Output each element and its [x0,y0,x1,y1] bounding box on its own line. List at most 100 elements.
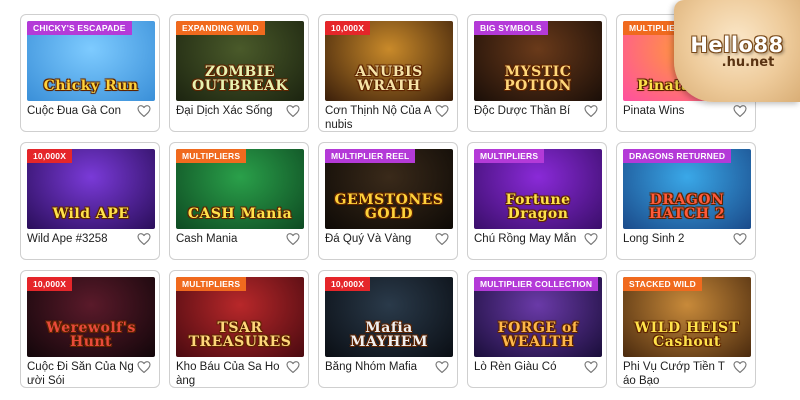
feature-badge: 10,000x [325,21,371,35]
game-thumbnail[interactable]: STACKED WILD WILD HEIST Cashout [623,277,751,357]
game-name[interactable]: Long Sinh 2 [623,232,731,246]
logo-main-text: Hello88 [690,32,784,57]
game-art-title: Mafia MAYHEM [349,320,429,350]
card-footer: Kho Báu Của Sa Hoàng [176,360,302,387]
game-name[interactable]: Kho Báu Của Sa Hoàng [176,360,284,387]
card-footer: Cuộc Đua Gà Con [27,104,153,131]
game-name[interactable]: Phi Vụ Cướp Tiền Táo Bạo [623,360,731,387]
favorite-heart-icon[interactable] [137,233,151,245]
feature-badge: 10,000x [27,149,73,163]
card-footer: Băng Nhóm Mafia [325,360,451,387]
card-footer: Phi Vụ Cướp Tiền Táo Bạo [623,360,749,387]
card-footer: Độc Dược Thần Bí [474,104,600,131]
game-art-title: TSAR TREASURES [188,320,292,350]
game-card[interactable]: MULTIPLIER REEL GEMSTONES GOLD Đá Quý Và V… [318,142,458,260]
feature-badge: MULTIPLIER COLLECTION [474,277,599,291]
card-footer: Đại Dịch Xác Sống [176,104,302,131]
game-thumbnail[interactable]: MULTIPLIER REEL GEMSTONES GOLD [325,149,453,229]
game-card[interactable]: MULTIPLIERS CASH Mania Cash Mania [169,142,309,260]
game-card[interactable]: 10,000x Mafia MAYHEM Băng Nhóm Mafia [318,270,458,388]
card-footer: Cơn Thịnh Nộ Của Anubis [325,104,451,131]
game-card[interactable]: MULTIPLIER COLLECTION FORGE of WEALTH Lò R… [467,270,607,388]
card-footer: Cuộc Đi Săn Của Người Sói [27,360,153,387]
game-name[interactable]: Độc Dược Thần Bí [474,104,582,118]
site-logo[interactable]: Hello88 .hu.net [674,0,800,102]
game-name[interactable]: Đại Dịch Xác Sống [176,104,284,118]
game-art-title: GEMSTONES GOLD [334,192,444,222]
feature-badge: EXPANDING WILD [176,21,265,35]
feature-badge: BIG SYMBOLS [474,21,548,35]
game-card[interactable]: EXPANDING WILD ZOMBIE OUTBREAK Đại Dịch Xá… [169,14,309,132]
game-art-title: ZOMBIE OUTBREAK [192,64,288,94]
game-thumbnail[interactable]: 10,000x Wild APE [27,149,155,229]
game-name[interactable]: Cơn Thịnh Nộ Của Anubis [325,104,433,131]
game-name[interactable]: Cuộc Đi Săn Của Người Sói [27,360,135,387]
game-thumbnail[interactable]: MULTIPLIERS TSAR TREASURES [176,277,304,357]
favorite-heart-icon[interactable] [435,233,449,245]
game-art-title: Werewolf's Hunt [46,320,136,350]
game-card[interactable]: CHICKY'S ESCAPADE Chicky Run Cuộc Đua Gà C… [20,14,160,132]
favorite-heart-icon[interactable] [733,233,747,245]
feature-badge: MULTIPLIER REEL [325,149,416,163]
card-footer: Pinata Wins [623,104,749,131]
card-footer: Chú Rồng May Mắn [474,232,600,259]
card-footer: Cash Mania [176,232,302,259]
favorite-heart-icon[interactable] [286,233,300,245]
game-grid: CHICKY'S ESCAPADE Chicky Run Cuộc Đua Gà C… [20,14,756,388]
game-art-title: CASH Mania [187,205,293,222]
game-card[interactable]: STACKED WILD WILD HEIST Cashout Phi Vụ Cướ… [616,270,756,388]
game-art-title: MYSTIC POTION [504,64,572,94]
game-art-title: Wild APE [52,205,130,222]
game-card[interactable]: DRAGONS RETURNED DRAGON HATCH 2 Long Sinh … [616,142,756,260]
game-art-title: WILD HEIST Cashout [634,320,740,350]
feature-badge: 10,000x [325,277,371,291]
favorite-heart-icon[interactable] [733,361,747,373]
game-card[interactable]: MULTIPLIERS Fortune Dragon Chú Rồng May Mắ… [467,142,607,260]
feature-badge: MULTIPLIERS [474,149,545,163]
logo-sub-text: .hu.net [721,54,775,70]
favorite-heart-icon[interactable] [137,361,151,373]
game-card[interactable]: 10,000x Wild APE Wild Ape #3258 [20,142,160,260]
feature-badge: CHICKY'S ESCAPADE [27,21,132,35]
favorite-heart-icon[interactable] [435,105,449,117]
game-name[interactable]: Đá Quý Và Vàng [325,232,433,246]
game-card[interactable]: 10,000x ANUBIS WRATH Cơn Thịnh Nộ Của Anub… [318,14,458,132]
game-art-title: ANUBIS WRATH [355,64,423,94]
game-thumbnail[interactable]: CHICKY'S ESCAPADE Chicky Run [27,21,155,101]
game-art-title: FORGE of WEALTH [497,320,579,350]
game-name[interactable]: Cuộc Đua Gà Con [27,104,135,118]
game-art-title: Fortune Dragon [505,192,571,222]
game-name[interactable]: Chú Rồng May Mắn [474,232,582,246]
card-footer: Lò Rèn Giàu Có [474,360,600,387]
game-thumbnail[interactable]: MULTIPLIERS Fortune Dragon [474,149,602,229]
game-name[interactable]: Wild Ape #3258 [27,232,135,246]
feature-badge: MULTIPLIERS [176,277,247,291]
favorite-heart-icon[interactable] [733,105,747,117]
game-name[interactable]: Lò Rèn Giàu Có [474,360,582,374]
favorite-heart-icon[interactable] [137,105,151,117]
game-thumbnail[interactable]: 10,000x Werewolf's Hunt [27,277,155,357]
game-name[interactable]: Pinata Wins [623,104,731,118]
feature-badge: 10,000x [27,277,73,291]
favorite-heart-icon[interactable] [584,361,598,373]
card-footer: Long Sinh 2 [623,232,749,259]
game-card[interactable]: 10,000x Werewolf's Hunt Cuộc Đi Săn Của Ng… [20,270,160,388]
game-card[interactable]: BIG SYMBOLS MYSTIC POTION Độc Dược Thần Bí [467,14,607,132]
favorite-heart-icon[interactable] [584,233,598,245]
game-thumbnail[interactable]: DRAGONS RETURNED DRAGON HATCH 2 [623,149,751,229]
game-art-title: Chicky Run [43,77,139,94]
game-thumbnail[interactable]: 10,000x ANUBIS WRATH [325,21,453,101]
favorite-heart-icon[interactable] [286,361,300,373]
game-thumbnail[interactable]: MULTIPLIERS CASH Mania [176,149,304,229]
favorite-heart-icon[interactable] [286,105,300,117]
favorite-heart-icon[interactable] [584,105,598,117]
feature-badge: STACKED WILD [623,277,702,291]
game-card[interactable]: MULTIPLIERS TSAR TREASURES Kho Báu Của Sa … [169,270,309,388]
game-name[interactable]: Băng Nhóm Mafia [325,360,433,374]
game-thumbnail[interactable]: MULTIPLIER COLLECTION FORGE of WEALTH [474,277,602,357]
favorite-heart-icon[interactable] [435,361,449,373]
game-thumbnail[interactable]: BIG SYMBOLS MYSTIC POTION [474,21,602,101]
game-thumbnail[interactable]: 10,000x Mafia MAYHEM [325,277,453,357]
game-name[interactable]: Cash Mania [176,232,284,246]
game-thumbnail[interactable]: EXPANDING WILD ZOMBIE OUTBREAK [176,21,304,101]
